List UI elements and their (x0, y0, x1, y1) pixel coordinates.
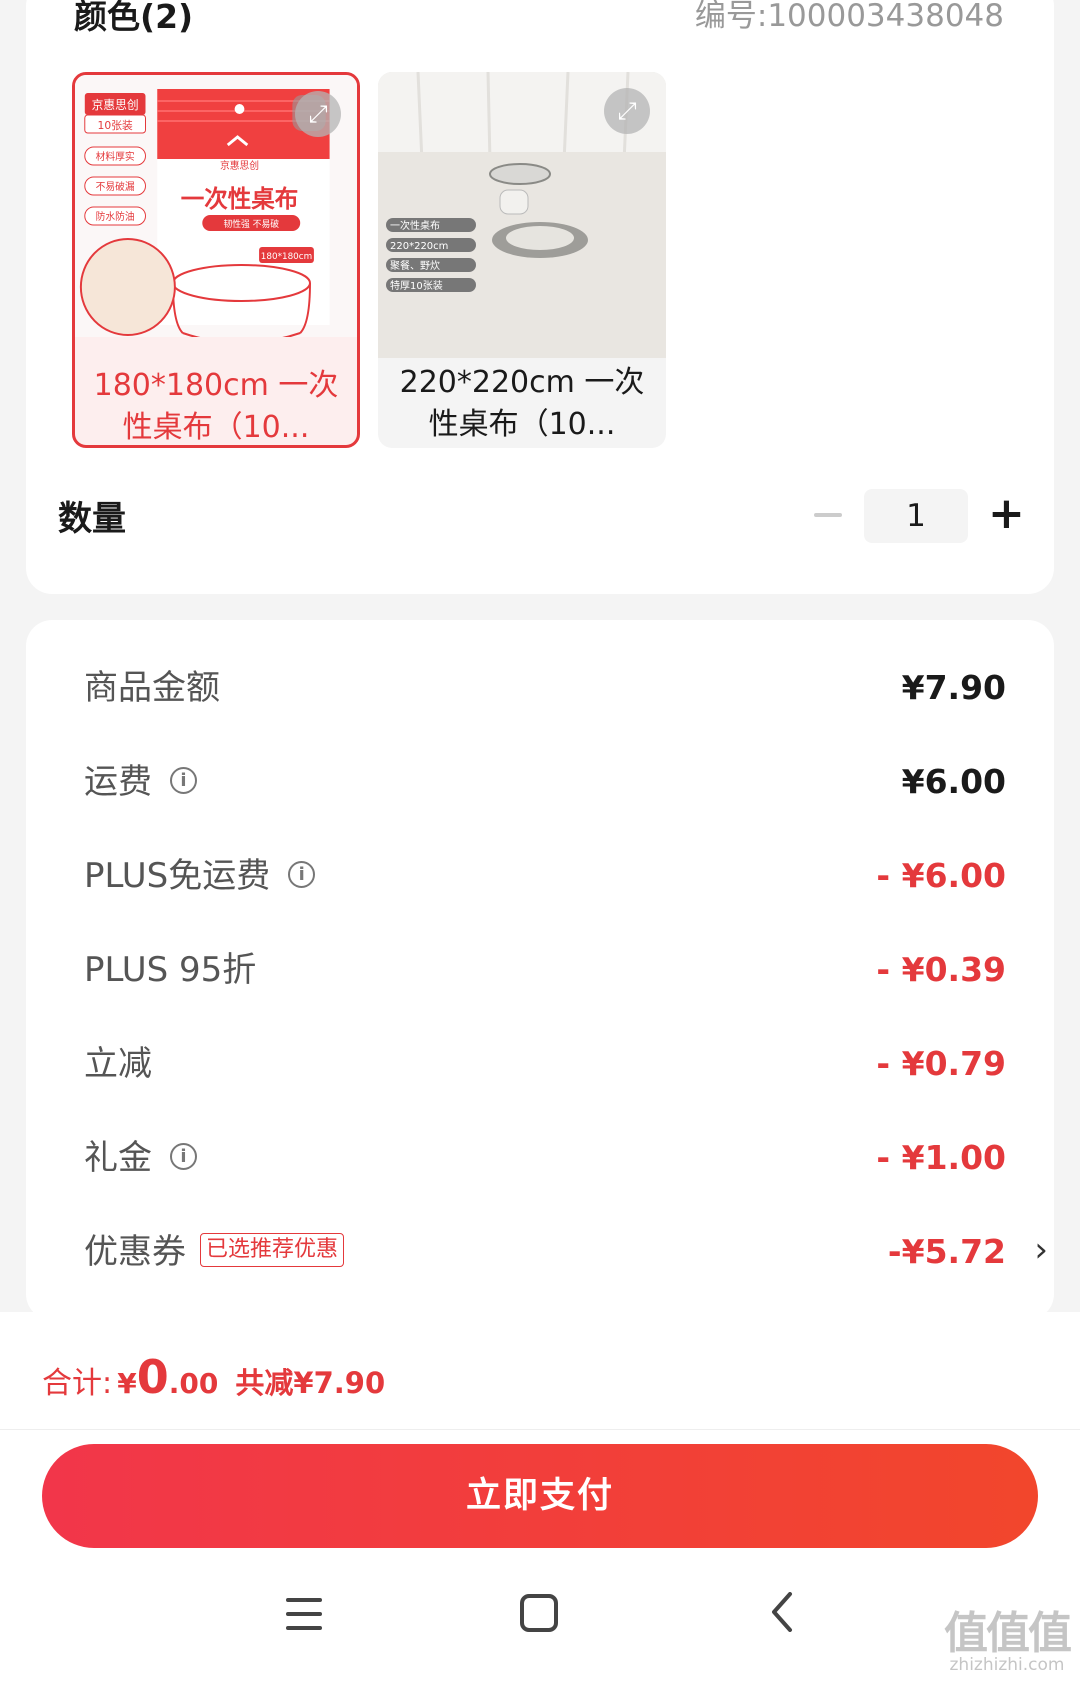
chevron-right-icon[interactable]: › (1034, 1222, 1048, 1278)
summary-amount: - ¥0.39 (876, 950, 1006, 989)
summary-row-instant-discount: 立减 - ¥0.79 (84, 1034, 1048, 1094)
svg-text:聚餐、野炊: 聚餐、野炊 (390, 259, 440, 272)
svg-text:不易破漏: 不易破漏 (96, 180, 135, 193)
quantity-decrease-button[interactable] (814, 489, 844, 539)
option-label: 180*180cm 一次性桌布（10... (93, 368, 339, 445)
sku-code: 编号:100003438048 (694, 0, 1004, 34)
summary-name: 运费 (84, 762, 152, 802)
summary-amount: ¥7.90 (901, 668, 1006, 707)
summary-row-gift-money: 礼金 i - ¥1.00 (84, 1128, 1048, 1188)
info-icon[interactable]: i (170, 1143, 197, 1170)
summary-row-shipping: 运费 i ¥6.00 (84, 752, 1048, 812)
coupon-name: 优惠券 (84, 1232, 186, 1272)
home-icon[interactable] (520, 1594, 558, 1632)
svg-text:材料厚实: 材料厚实 (96, 150, 135, 163)
summary-name: 商品金额 (84, 668, 220, 708)
summary-name: 立减 (84, 1044, 152, 1084)
expand-icon[interactable]: ⤢ (604, 88, 650, 134)
svg-text:220*220cm: 220*220cm (390, 241, 448, 252)
total-bar: 合计: ¥0.00 共减¥7.90 (0, 1312, 1080, 1430)
summary-row-goods: 商品金额 ¥7.90 (84, 658, 1048, 718)
bottom-area: 立即支付 值值值 zhizhizhi.com (0, 1430, 1080, 1683)
total-saved: 共减¥7.90 (235, 1366, 386, 1400)
summary-row-coupon[interactable]: 优惠券 已选推荐优惠 -¥5.72 › (84, 1222, 1048, 1282)
svg-text:京惠思创: 京惠思创 (220, 159, 259, 172)
total-price: 合计: ¥0.00 共减¥7.90 (42, 1350, 386, 1404)
svg-text:特厚10张装: 特厚10张装 (390, 279, 443, 292)
svg-text:一次性桌布: 一次性桌布 (181, 185, 299, 213)
svg-text:10张装: 10张装 (98, 119, 133, 132)
svg-text:180*180cm: 180*180cm (261, 252, 312, 262)
summary-name: PLUS 95折 (84, 950, 257, 990)
svg-text:防水防油: 防水防油 (96, 210, 135, 223)
watermark: 值值值 zhizhizhi.com (944, 1608, 1072, 1675)
quantity-increase-button[interactable]: + (988, 492, 1025, 536)
summary-name: PLUS免运费 (84, 856, 271, 896)
quantity-input[interactable]: 1 (864, 489, 968, 543)
summary-row-plus-discount: PLUS 95折 - ¥0.39 (84, 940, 1048, 1000)
summary-amount: - ¥0.79 (876, 1044, 1006, 1083)
info-icon[interactable]: i (288, 861, 316, 888)
option-180-selected[interactable]: 京惠思创 一次性桌布 韧性强 不易破 180*180cm 京惠思创 10张装 材… (72, 72, 360, 448)
menu-icon[interactable] (286, 1598, 322, 1630)
svg-text:京惠思创: 京惠思创 (92, 98, 139, 112)
pay-now-button[interactable]: 立即支付 (42, 1444, 1038, 1548)
svg-text:一次性桌布: 一次性桌布 (390, 219, 440, 232)
option-220[interactable]: 一次性桌布 220*220cm 聚餐、野炊 特厚10张装 ⤢ 220*220cm… (378, 72, 666, 448)
back-icon[interactable] (770, 1592, 794, 1632)
summary-row-plus-free-shipping: PLUS免运费 i - ¥6.00 (84, 846, 1048, 906)
price-summary-card: 商品金额 ¥7.90 运费 i ¥6.00 PLUS免运费 i - ¥6.00 PL… (26, 620, 1054, 1320)
summary-name: 礼金 (84, 1138, 152, 1178)
color-section-title: 颜色(2) (74, 0, 194, 36)
quantity-label: 数量 (58, 499, 126, 539)
info-icon[interactable]: i (170, 767, 197, 794)
summary-amount: - ¥6.00 (876, 856, 1006, 895)
expand-icon[interactable]: ⤢ (295, 91, 341, 137)
option-label: 220*220cm 一次性桌布（10... (399, 365, 645, 442)
coupon-amount: -¥5.72 (887, 1232, 1006, 1271)
coupon-tag: 已选推荐优惠 (200, 1232, 345, 1267)
summary-amount: - ¥1.00 (876, 1138, 1006, 1177)
svg-text:韧性强 不易破: 韧性强 不易破 (223, 218, 279, 230)
summary-amount: ¥6.00 (901, 762, 1006, 801)
